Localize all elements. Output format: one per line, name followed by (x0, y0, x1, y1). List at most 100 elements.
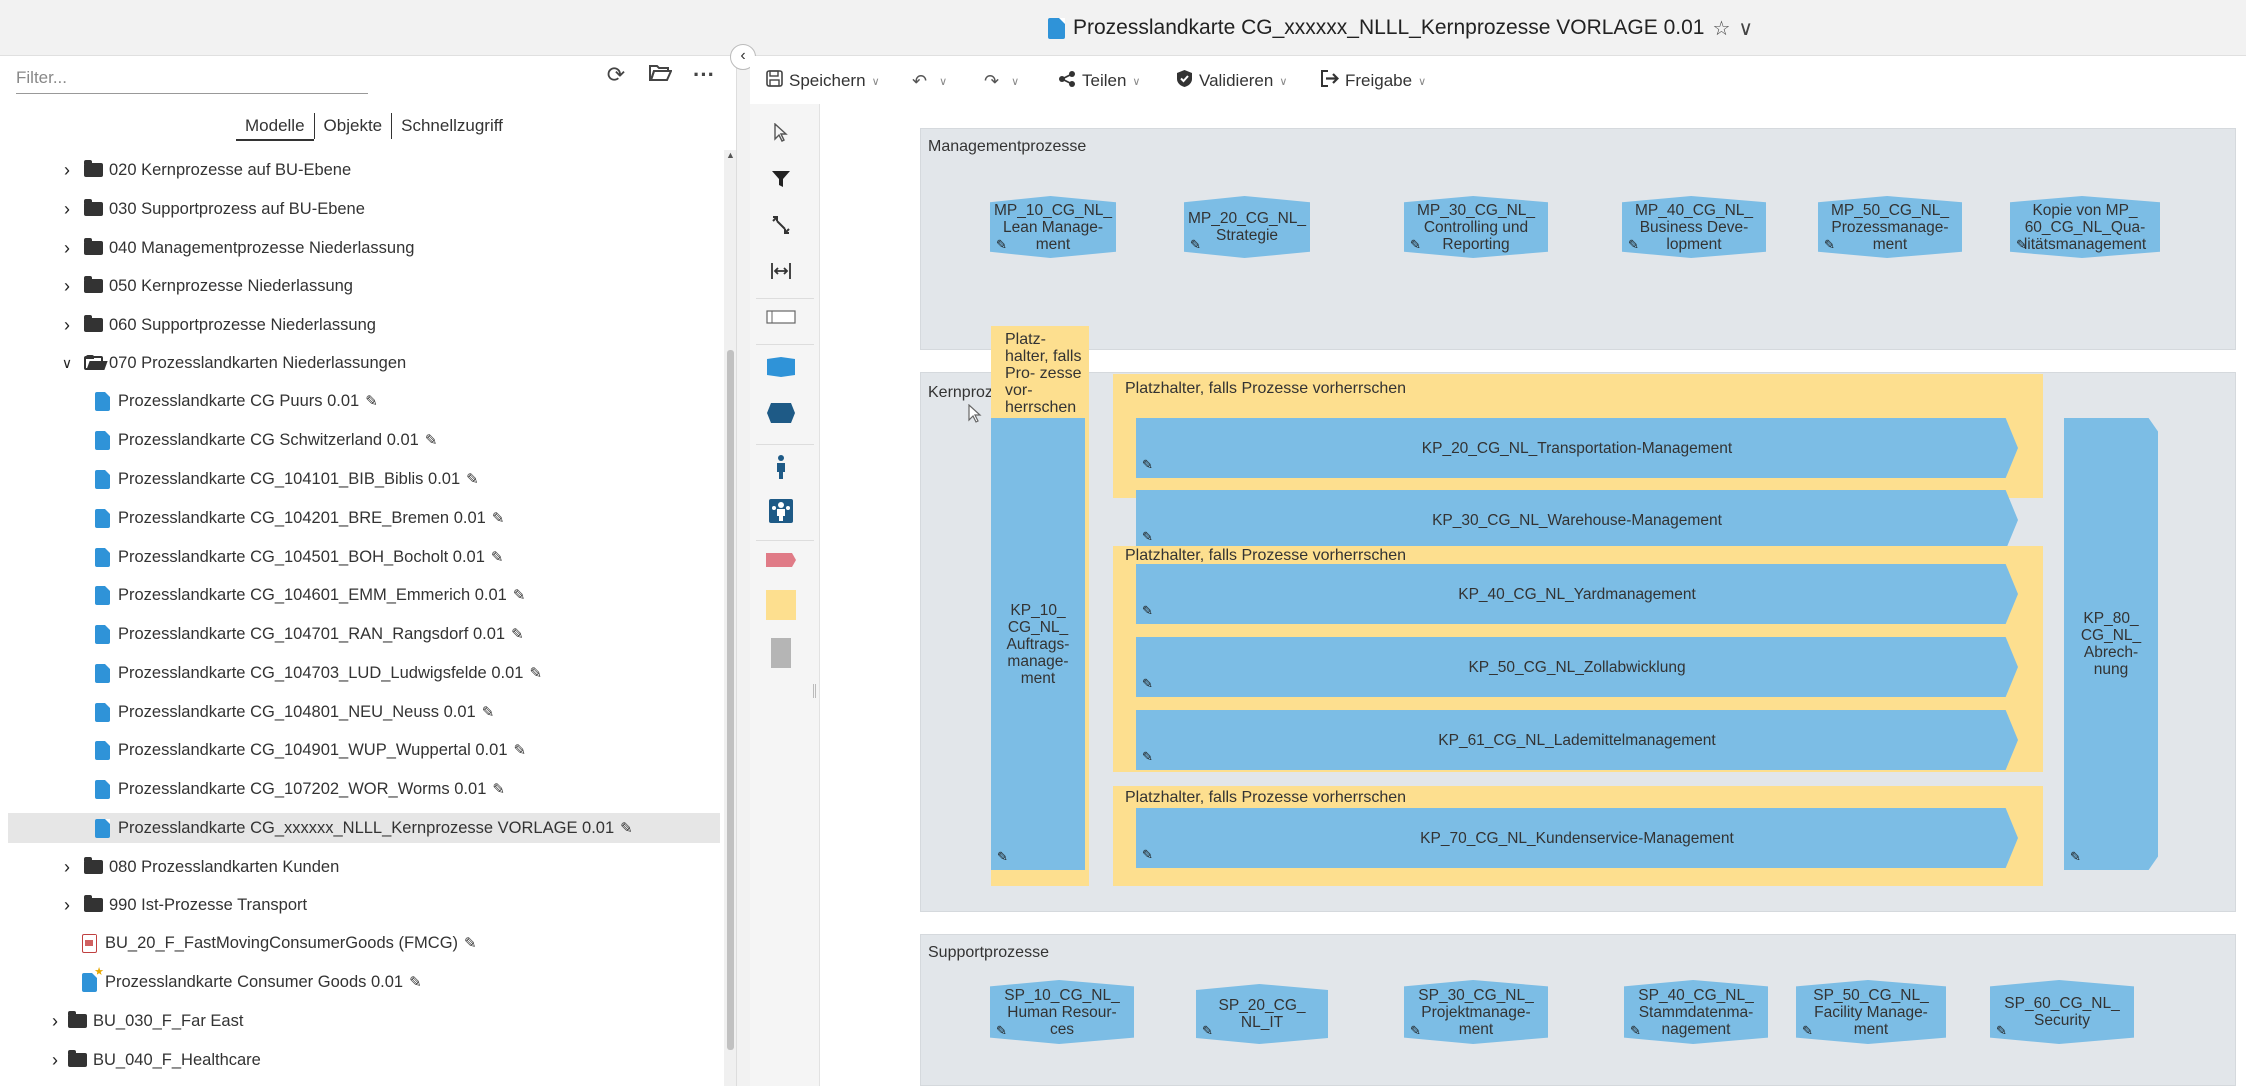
undo-button[interactable]: ↶ ∨ (912, 68, 947, 94)
process-mp60[interactable]: Kopie von MP_ 60_CG_NL_Qua- litätsmanage… (2010, 196, 2160, 258)
chevron-down-icon[interactable]: ∨ (1738, 16, 1753, 41)
process-kp30[interactable]: KP_30_CG_NL_Warehouse-Management ✎ (1136, 490, 2018, 550)
lane-shape-icon[interactable] (763, 300, 799, 334)
more-options-icon[interactable]: ··· (690, 62, 718, 88)
process-sp50[interactable]: SP_50_CG_NL_ Facility Manage- ment ✎ (1796, 980, 1946, 1044)
edit-pencil-icon[interactable]: ✎ (1996, 1022, 2007, 1039)
process-mp40[interactable]: MP_40_CG_NL_ Business Deve- lopment ✎ (1622, 196, 1766, 258)
dropdown-chevron-icon[interactable]: ∨ (1132, 75, 1140, 88)
chevron-right-icon[interactable]: › (46, 1011, 64, 1032)
edit-pencil-icon[interactable]: ✎ (996, 236, 1007, 253)
dropdown-chevron-icon[interactable]: ∨ (939, 75, 947, 88)
edit-pencil-icon[interactable]: ✎ (466, 470, 479, 488)
edit-pencil-icon[interactable]: ✎ (1142, 456, 1153, 473)
tree-model[interactable]: Prozesslandkarte Consumer Goods 0.01✎ (82, 965, 422, 997)
process-kp20[interactable]: KP_20_CG_NL_Transportation-Management ✎ (1136, 418, 2018, 478)
process-mp30[interactable]: MP_30_CG_NL_ Controlling und Reporting ✎ (1404, 196, 1548, 258)
scroll-up-icon[interactable]: ▲ (726, 150, 735, 160)
tree-model[interactable]: Prozesslandkarte CG_104101_BIB_Biblis 0.… (95, 464, 479, 494)
tree-folder[interactable]: › BU_030_F_Far East (46, 1006, 243, 1036)
edit-pencil-icon[interactable]: ✎ (1630, 1022, 1641, 1039)
edit-pencil-icon[interactable]: ✎ (1824, 236, 1835, 253)
redo-button[interactable]: ↷ ∨ (984, 68, 1019, 94)
tree-folder[interactable]: › 030 Supportprozess auf BU-Ebene (58, 194, 365, 224)
dropdown-chevron-icon[interactable]: ∨ (1279, 75, 1287, 88)
release-button[interactable]: Freigabe ∨ (1320, 68, 1426, 94)
tab-schnellzugriff[interactable]: Schnellzugriff (392, 113, 512, 141)
tree-folder[interactable]: › 040 Managementprozesse Niederlassung (58, 233, 414, 263)
tree-model[interactable]: Prozesslandkarte CG_104801_NEU_Neuss 0.0… (95, 697, 494, 727)
validate-button[interactable]: Validieren ∨ (1176, 68, 1287, 94)
edit-pencil-icon[interactable]: ✎ (1142, 528, 1153, 545)
dropdown-chevron-icon[interactable]: ∨ (1011, 75, 1019, 88)
chevron-right-icon[interactable]: › (58, 199, 76, 220)
edit-pencil-icon[interactable]: ✎ (464, 934, 477, 952)
group-role-icon[interactable] (763, 494, 799, 528)
share-button[interactable]: Teilen ∨ (1058, 68, 1140, 94)
tab-modelle[interactable]: Modelle (236, 113, 314, 141)
process-mp20[interactable]: MP_20_CG_NL_ Strategie ✎ (1184, 196, 1310, 258)
edit-pencil-icon[interactable]: ✎ (492, 780, 505, 798)
process-flag-shape-icon[interactable] (763, 350, 799, 384)
tree-folder[interactable]: › 060 Supportprozesse Niederlassung (58, 310, 376, 340)
process-kp80[interactable]: KP_80_ CG_NL_ Abrech- nung ✎ (2064, 418, 2158, 870)
edit-pencil-icon[interactable]: ✎ (1142, 602, 1153, 619)
edit-pencil-icon[interactable]: ✎ (2070, 848, 2081, 865)
edit-pencil-icon[interactable]: ✎ (482, 703, 495, 721)
process-kp61[interactable]: KP_61_CG_NL_Lademittelmanagement ✎ (1136, 710, 2018, 770)
filter-input[interactable] (16, 62, 368, 94)
process-kp50[interactable]: KP_50_CG_NL_Zollabwicklung ✎ (1136, 637, 2018, 697)
edit-pencil-icon[interactable]: ✎ (514, 741, 527, 759)
edit-pencil-icon[interactable]: ✎ (1142, 846, 1153, 863)
chevron-right-icon[interactable]: › (58, 315, 76, 336)
tree-folder[interactable]: › 990 Ist-Prozesse Transport (58, 890, 307, 920)
tab-objekte[interactable]: Objekte (315, 113, 392, 141)
tree-model[interactable]: Prozesslandkarte CG_104501_BOH_Bocholt 0… (95, 542, 503, 572)
chevron-right-icon[interactable]: › (58, 276, 76, 297)
tree-folder[interactable]: › 080 Prozesslandkarten Kunden (58, 852, 339, 882)
tree-model[interactable]: Prozesslandkarte CG_104701_RAN_Rangsdorf… (95, 619, 524, 649)
chevron-right-icon[interactable]: › (58, 857, 76, 878)
favorite-star-icon[interactable]: ☆ (1712, 16, 1730, 41)
fit-width-icon[interactable] (763, 254, 799, 288)
dropdown-chevron-icon[interactable]: ∨ (872, 75, 880, 88)
edit-pencil-icon[interactable]: ✎ (1202, 1022, 1213, 1039)
edit-pencil-icon[interactable]: ✎ (365, 392, 378, 410)
resize-arrows-icon[interactable] (763, 208, 799, 242)
process-mp10[interactable]: MP_10_CG_NL_ Lean Manage- ment ✎ (990, 196, 1116, 258)
process-kp10[interactable]: KP_10_ CG_NL_ Auftrags- manage- ment ✎ (991, 418, 1085, 870)
tree-model[interactable]: Prozesslandkarte CG Schwitzerland 0.01 ✎ (95, 425, 437, 455)
tree-model[interactable]: Prozesslandkarte CG_104901_WUP_Wuppertal… (95, 735, 526, 765)
chevron-down-icon[interactable]: ∨ (58, 355, 76, 372)
edit-pencil-icon[interactable]: ✎ (492, 509, 505, 527)
edit-pencil-icon[interactable]: ✎ (1142, 748, 1153, 765)
edit-pencil-icon[interactable]: ✎ (1410, 1022, 1421, 1039)
open-folder-icon[interactable] (646, 62, 674, 88)
edit-pencil-icon[interactable]: ✎ (1190, 236, 1201, 253)
edit-pencil-icon[interactable]: ✎ (529, 664, 542, 682)
tree-model[interactable]: BU_20_F_FastMovingConsumerGoods (FMCG) ✎ (82, 928, 477, 958)
process-sp10[interactable]: SP_10_CG_NL_ Human Resour- ces ✎ (990, 980, 1134, 1044)
chevron-right-icon[interactable]: › (46, 1050, 64, 1071)
process-kp40[interactable]: KP_40_CG_NL_Yardmanagement ✎ (1136, 564, 2018, 624)
edit-pencil-icon[interactable]: ✎ (1410, 236, 1421, 253)
save-button[interactable]: Speichern ∨ (766, 68, 880, 94)
tree-folder-expanded[interactable]: ∨ 070 Prozesslandkarten Niederlassungen (58, 348, 406, 378)
filter-funnel-icon[interactable] (763, 162, 799, 196)
panel-splitter[interactable] (736, 56, 750, 1086)
chevron-right-icon[interactable]: › (58, 895, 76, 916)
tree-model[interactable]: Prozesslandkarte CG Puurs 0.01 ✎ (95, 386, 378, 416)
gray-block-shape-icon[interactable] (763, 636, 799, 670)
note-shape-icon[interactable] (763, 588, 799, 622)
person-role-icon[interactable] (763, 450, 799, 484)
red-tag-shape-icon[interactable] (763, 543, 799, 577)
edit-pencil-icon[interactable]: ✎ (1142, 675, 1153, 692)
palette-resize-grip[interactable] (813, 684, 816, 698)
tree-model[interactable]: Prozesslandkarte CG_104601_EMM_Emmerich … (95, 580, 525, 610)
edit-pencil-icon[interactable]: ✎ (491, 548, 504, 566)
process-sp30[interactable]: SP_30_CG_NL_ Projektmanage- ment ✎ (1404, 980, 1548, 1044)
tree-model-selected[interactable]: Prozesslandkarte CG_xxxxxx_NLLL_Kernproz… (8, 813, 720, 843)
edit-pencil-icon[interactable]: ✎ (511, 625, 524, 643)
process-sp60[interactable]: SP_60_CG_NL_ Security ✎ (1990, 980, 2134, 1044)
dropdown-chevron-icon[interactable]: ∨ (1418, 75, 1426, 88)
